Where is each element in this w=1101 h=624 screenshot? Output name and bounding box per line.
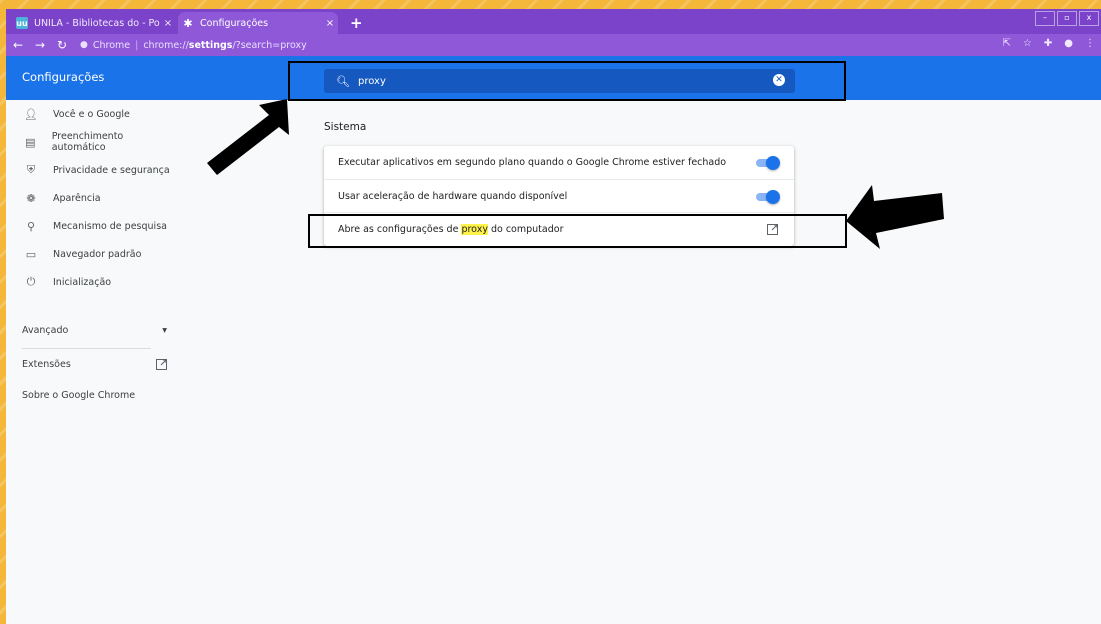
browser-toolbar: ← → ↻ ● Chrome | chrome://settings/?sear… <box>6 34 1101 56</box>
new-tab-button[interactable]: + <box>350 14 363 32</box>
minimize-button[interactable]: – <box>1035 11 1055 26</box>
tab-title: UNILA - Bibliotecas do - Portada <box>34 17 160 29</box>
close-tab-icon[interactable]: × <box>160 18 176 29</box>
title-bar: uu UNILA - Bibliotecas do - Portada × ✱ … <box>6 9 1101 34</box>
search-icon: ⚲ <box>26 219 36 233</box>
palette-icon: ❁ <box>26 191 36 205</box>
annotation-box-search <box>288 61 846 101</box>
sidebar-item-label: Você e o Google <box>53 108 130 120</box>
browser-window: uu UNILA - Bibliotecas do - Portada × ✱ … <box>6 9 1101 624</box>
annotation-box-proxy-row <box>308 214 847 248</box>
chevron-down-icon: ▾ <box>162 325 167 336</box>
annotation-arrow-icon <box>207 99 289 175</box>
sidebar-item-label: Privacidade e segurança <box>53 164 170 176</box>
sidebar-extensions[interactable]: Extensões <box>22 359 167 370</box>
gear-icon: ✱ <box>183 16 193 30</box>
person-icon: 👤︎ <box>24 107 38 121</box>
sidebar-advanced[interactable]: Avançado ▾ <box>22 325 167 336</box>
sidebar-item-label: Inicialização <box>53 276 112 288</box>
share-icon[interactable]: ⇱ <box>1003 38 1011 49</box>
bookmark-star-icon[interactable]: ☆ <box>1023 38 1032 49</box>
setting-label: Executar aplicativos em segundo plano qu… <box>338 157 727 168</box>
window-controls: – ▫ x <box>1035 11 1099 26</box>
address-separator: | <box>135 39 139 51</box>
browser-icon: ▭ <box>25 247 37 261</box>
power-icon: ⏻ <box>26 275 36 288</box>
setting-label: Usar aceleração de hardware quando dispo… <box>338 191 568 202</box>
url-host: settings <box>188 39 233 51</box>
sidebar-item-privacy[interactable]: ⛨ Privacidade e segurança <box>6 156 170 184</box>
sidebar-item-autofill[interactable]: ▤ Preenchimento automático <box>6 128 170 156</box>
menu-kebab-icon[interactable]: ⋮ <box>1085 38 1095 49</box>
open-external-icon <box>156 359 167 370</box>
background-apps-toggle[interactable] <box>756 155 780 170</box>
setting-row-hardware-acceleration[interactable]: Usar aceleração de hardware quando dispo… <box>324 179 794 213</box>
extensions-label: Extensões <box>22 359 71 370</box>
setting-row-background-apps[interactable]: Executar aplicativos em segundo plano qu… <box>324 146 794 179</box>
url-path: /?search=proxy <box>232 39 307 51</box>
annotation-arrow-icon <box>846 185 944 249</box>
hardware-acceleration-toggle[interactable] <box>756 189 780 204</box>
page-title: Configurações <box>22 70 105 84</box>
unila-favicon-icon: uu <box>16 17 28 29</box>
close-window-button[interactable]: x <box>1079 11 1099 26</box>
tab-settings[interactable]: ✱ Configurações × <box>178 12 338 34</box>
back-icon[interactable]: ← <box>8 38 28 52</box>
advanced-label: Avançado <box>22 325 69 336</box>
forward-icon[interactable]: → <box>30 38 50 52</box>
tab-unila[interactable]: uu UNILA - Bibliotecas do - Portada × <box>12 12 176 34</box>
sidebar-item-default-browser[interactable]: ▭ Navegador padrão <box>6 240 170 268</box>
profile-avatar-icon[interactable]: ● <box>1064 38 1073 49</box>
close-tab-icon[interactable]: × <box>322 18 338 29</box>
sidebar-divider <box>22 348 151 349</box>
shield-icon: ⛨ <box>26 163 36 176</box>
section-title: Sistema <box>324 121 367 133</box>
restore-button[interactable]: ▫ <box>1057 11 1077 26</box>
sidebar-about-chrome[interactable]: Sobre o Google Chrome <box>22 390 135 401</box>
sidebar-item-label: Preenchimento automático <box>51 131 124 153</box>
tab-title: Configurações <box>200 17 269 29</box>
sidebar-item-search-engine[interactable]: ⚲ Mecanismo de pesquisa <box>6 212 170 240</box>
url-scheme: chrome:// <box>143 39 189 51</box>
reload-icon[interactable]: ↻ <box>52 38 72 52</box>
extensions-puzzle-icon[interactable]: ✚ <box>1044 38 1052 49</box>
address-bar[interactable]: ● Chrome | chrome://settings/?search=pro… <box>80 37 1000 53</box>
sidebar-item-appearance[interactable]: ❁ Aparência <box>6 184 170 212</box>
sidebar-item-label: Mecanismo de pesquisa <box>53 220 167 232</box>
settings-sidebar: 👤︎ Você e o Google ▤ Preenchimento autom… <box>6 100 170 401</box>
chrome-logo-icon: ● <box>80 40 88 50</box>
sidebar-item-label: Navegador padrão <box>53 248 142 260</box>
sidebar-item-voce-e-o-google[interactable]: 👤︎ Você e o Google <box>6 100 170 128</box>
sidebar-item-startup[interactable]: ⏻ Inicialização <box>6 268 170 296</box>
toolbar-icons: ⇱ ☆ ✚ ● ⋮ <box>1003 38 1095 49</box>
site-label: Chrome <box>92 39 131 51</box>
sidebar-item-label: Aparência <box>53 192 101 204</box>
clipboard-icon: ▤ <box>25 135 36 149</box>
